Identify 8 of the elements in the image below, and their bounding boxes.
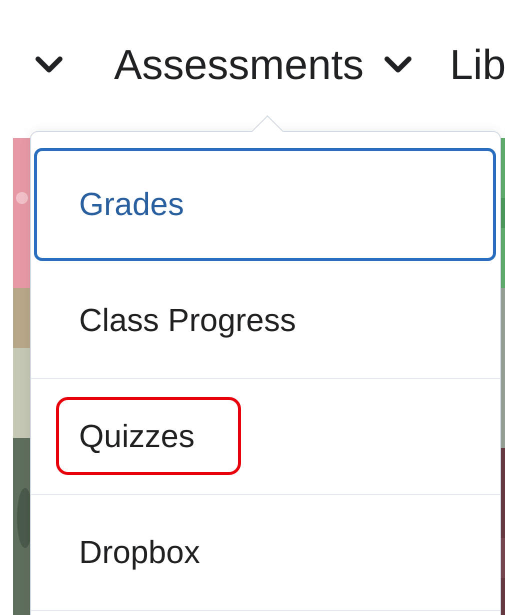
nav-menu-button[interactable]: Lib xyxy=(450,41,505,89)
nav-menu-button[interactable]: Assessments xyxy=(114,41,412,89)
menu-item[interactable]: Grades xyxy=(34,148,496,261)
menu-item[interactable]: Quizzes xyxy=(31,379,500,495)
chevron-down-icon[interactable] xyxy=(35,56,63,74)
chevron-down-icon xyxy=(384,56,412,74)
menu-item[interactable]: Class Progress xyxy=(31,263,500,379)
menu-item[interactable]: Dropbox xyxy=(31,495,500,611)
